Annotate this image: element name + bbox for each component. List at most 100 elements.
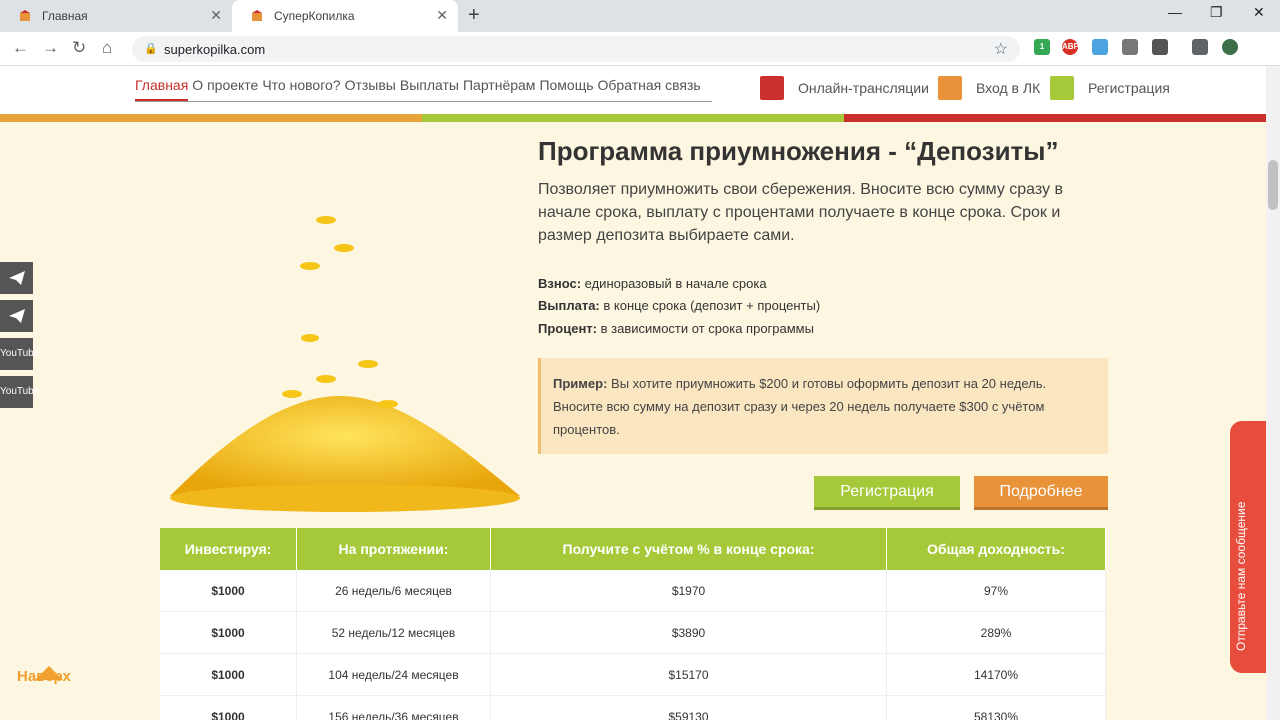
detail-value: в конце срока (депозит + проценты) [603, 298, 821, 313]
home-icon[interactable]: ⌂ [102, 38, 112, 58]
color-strip-green [422, 114, 844, 122]
tab-title: Главная [42, 9, 88, 23]
table-header: Инвестируя: На протяжении: Получите с уч… [160, 528, 1106, 570]
adblock-extension-icon[interactable]: ABP [1062, 39, 1079, 55]
user-icon [1050, 76, 1074, 100]
nav-item-partners[interactable]: Партнёрам [463, 77, 535, 101]
page-scrollbar[interactable] [1266, 66, 1280, 720]
detail-percent: Процент: в зависимости от срока программ… [538, 321, 814, 336]
nav-item-payouts[interactable]: Выплаты [400, 77, 459, 101]
back-icon[interactable]: ← [12, 38, 29, 58]
key-icon [938, 76, 962, 100]
chat-widget-label: Отправьте нам сообщение [1234, 501, 1248, 651]
tab-active[interactable]: СуперКопилка ✕ [232, 0, 458, 32]
column-header: На протяжении: [297, 528, 491, 570]
page-viewport: Главная О проекте Что нового? Отзывы Вып… [0, 66, 1266, 720]
telegram-icon[interactable] [0, 300, 33, 332]
more-button[interactable]: Подробнее [974, 476, 1108, 510]
table-cell: 97% [887, 570, 1106, 611]
youtube-icon[interactable]: YouTube [0, 338, 39, 370]
example-box: Пример: Вы хотите приумножить $200 и гот… [538, 358, 1108, 454]
color-strip-orange [0, 114, 422, 122]
maximize-button[interactable]: ❐ [1210, 4, 1223, 21]
page-title: Программа приумножения - “Депозиты” [538, 136, 1059, 166]
back-to-top-button[interactable]: Наверх [17, 668, 71, 685]
shield-extension-icon[interactable]: 1 [1034, 39, 1050, 55]
menu-underline [135, 101, 712, 102]
close-tab-icon[interactable]: ✕ [436, 7, 448, 24]
profile-avatar[interactable] [1222, 39, 1238, 55]
table-cell: $1000 [160, 612, 297, 653]
nav-item-feedback[interactable]: Обратная связь [598, 77, 701, 101]
register-top-button[interactable]: Регистрация [1050, 76, 1170, 100]
detail-contribution: Взнос: единоразовый в начале срока [538, 276, 767, 291]
address-bar[interactable]: 🔒 superkopilka.com ☆ [132, 36, 1020, 62]
table-cell: 26 недель/6 месяцев [297, 570, 491, 611]
youtube-label: YouTube [0, 386, 40, 397]
table-cell: 52 недель/12 месяцев [297, 612, 491, 653]
detail-value: единоразовый в начале срока [584, 276, 767, 291]
table-row: $1000 156 недель/36 месяцев $59130 58130… [160, 696, 1106, 720]
column-header: Инвестируя: [160, 528, 297, 570]
telegram-icon[interactable] [0, 262, 33, 294]
returns-table: Инвестируя: На протяжении: Получите с уч… [160, 528, 1106, 720]
detail-label: Взнос: [538, 276, 582, 291]
clock-extension-icon[interactable] [1122, 39, 1138, 55]
extension-icon[interactable] [1092, 39, 1108, 55]
nav-item-help[interactable]: Помощь [539, 77, 593, 101]
nav-item-news[interactable]: Что нового? [262, 77, 340, 101]
table-cell: 14170% [887, 654, 1106, 695]
detail-label: Выплата: [538, 298, 600, 313]
url-text: superkopilka.com [164, 42, 266, 57]
table-row: $1000 52 недель/12 месяцев $3890 289% [160, 612, 1106, 654]
table-cell: $15170 [491, 654, 887, 695]
chat-widget[interactable]: Отправьте нам сообщение [1230, 421, 1266, 673]
nav-item-about[interactable]: О проекте [192, 77, 258, 101]
column-header: Общая доходность: [887, 528, 1106, 570]
browser-tab-strip: Главная ✕ СуперКопилка ✕ + — ❐ ✕ [0, 0, 1280, 32]
minimize-button[interactable]: — [1168, 4, 1182, 20]
table-cell: $1970 [491, 570, 887, 611]
table-cell: 156 недель/36 месяцев [297, 696, 491, 720]
table-cell: $1000 [160, 696, 297, 720]
broadcast-icon [760, 76, 784, 100]
nav-item-home[interactable]: Главная [135, 77, 189, 101]
youtube-label: YouTube [0, 348, 40, 359]
login-label: Вход в ЛК [976, 80, 1041, 96]
close-tab-icon[interactable]: ✕ [210, 7, 222, 24]
table-cell: $1000 [160, 654, 297, 695]
live-streams-button[interactable]: Онлайн-трансляции [760, 76, 929, 100]
extension-icon[interactable] [1152, 39, 1168, 55]
tab-main[interactable]: Главная ✕ [0, 0, 232, 32]
tab-title: СуперКопилка [274, 9, 355, 23]
browser-toolbar: ← → ↻ ⌂ 🔒 superkopilka.com ☆ [0, 32, 1280, 66]
site-header: Главная О проекте Что нового? Отзывы Вып… [0, 66, 1266, 114]
nav-item-reviews[interactable]: Отзывы [345, 77, 396, 101]
detail-payout: Выплата: в конце срока (депозит + процен… [538, 298, 820, 313]
detail-value: в зависимости от срока программы [600, 321, 814, 336]
register-top-label: Регистрация [1088, 80, 1170, 96]
lock-icon: 🔒 [144, 43, 158, 55]
color-strip-red [844, 114, 1266, 122]
new-tab-button[interactable]: + [468, 4, 480, 27]
site-favicon-icon [18, 9, 32, 23]
table-cell: 289% [887, 612, 1106, 653]
close-window-button[interactable]: ✕ [1253, 4, 1265, 21]
scrollbar-thumb[interactable] [1268, 160, 1278, 210]
table-cell: $1000 [160, 570, 297, 611]
bookmark-star-icon[interactable]: ☆ [994, 39, 1008, 59]
table-cell: $3890 [491, 612, 887, 653]
table-cell: 58130% [887, 696, 1106, 720]
reload-icon[interactable]: ↻ [72, 38, 86, 58]
youtube-icon[interactable]: YouTube [0, 376, 39, 408]
forward-icon[interactable]: → [42, 38, 59, 58]
site-favicon-icon [250, 9, 264, 23]
live-streams-label: Онлайн-трансляции [798, 80, 929, 96]
table-cell: 104 недель/24 месяцев [297, 654, 491, 695]
table-cell: $59130 [491, 696, 887, 720]
login-button[interactable]: Вход в ЛК [938, 76, 1040, 100]
register-button[interactable]: Регистрация [814, 476, 960, 510]
page-lead: Позволяет приумножить свои сбережения. В… [538, 181, 1063, 244]
media-control-icon[interactable] [1192, 39, 1208, 55]
column-header: Получите с учётом % в конце срока: [491, 528, 887, 570]
